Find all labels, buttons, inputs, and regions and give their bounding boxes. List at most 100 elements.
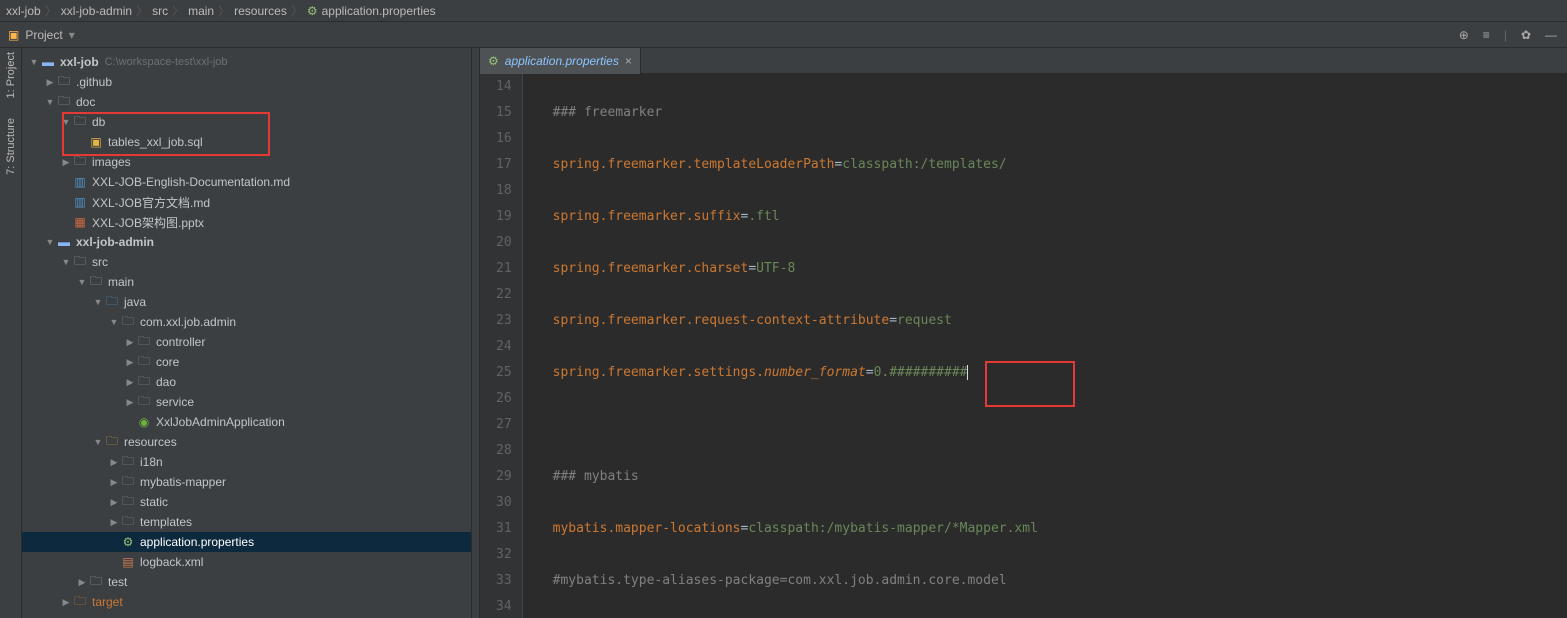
- line-number: 34: [496, 594, 512, 618]
- tree-label: XxlJobAdminApplication: [152, 415, 285, 429]
- arrow-right-icon[interactable]: ▶: [108, 457, 120, 468]
- tree-node[interactable]: ▶ 🗀 images: [22, 152, 471, 172]
- line-number: 32: [496, 542, 512, 568]
- breadcrumb-item[interactable]: xxl-job: [6, 4, 41, 18]
- tree-label: i18n: [136, 455, 163, 469]
- code-line: ### mybatis: [553, 464, 1567, 490]
- breadcrumb-item[interactable]: xxl-job-admin: [61, 4, 132, 18]
- arrow-down-icon[interactable]: ▼: [92, 437, 104, 447]
- tree-node[interactable]: ▶ 🗀 dao: [22, 372, 471, 392]
- line-number: 28: [496, 438, 512, 464]
- chevron-right-icon: 〉: [218, 2, 230, 19]
- arrow-down-icon[interactable]: ▼: [28, 57, 40, 67]
- tree-node-root[interactable]: ▼ ▬ xxl-job C:\workspace-test\xxl-job: [22, 52, 471, 72]
- tree-node[interactable]: ▶ 🗀 core: [22, 352, 471, 372]
- tree-label: core: [152, 355, 179, 369]
- project-tree[interactable]: ▼ ▬ xxl-job C:\workspace-test\xxl-job ▶ …: [22, 48, 472, 618]
- arrow-right-icon[interactable]: ▶: [44, 77, 56, 88]
- arrow-down-icon[interactable]: ▼: [44, 97, 56, 107]
- breadcrumb-item[interactable]: main: [188, 4, 214, 18]
- settings-icon[interactable]: ✿: [1521, 28, 1531, 42]
- tree-node[interactable]: ▤ logback.xml: [22, 552, 471, 572]
- line-number: 17: [496, 152, 512, 178]
- properties-file-icon: ⚙: [488, 54, 499, 68]
- tree-node[interactable]: ▼ 🗀 src: [22, 252, 471, 272]
- tree-node[interactable]: ▥ XXL-JOB-English-Documentation.md: [22, 172, 471, 192]
- line-number: 29: [496, 464, 512, 490]
- tree-node[interactable]: ▼ 🗀 db: [22, 112, 471, 132]
- folder-icon: 🗀: [88, 272, 104, 293]
- hide-icon[interactable]: —: [1545, 28, 1557, 42]
- module-icon: ▬: [56, 235, 72, 249]
- breadcrumb-item-file[interactable]: ⚙ application.properties: [307, 4, 436, 18]
- tree-node[interactable]: ◉ XxlJobAdminApplication: [22, 412, 471, 432]
- arrow-right-icon[interactable]: ▶: [60, 157, 72, 168]
- tree-node[interactable]: ▼ 🗀 com.xxl.job.admin: [22, 312, 471, 332]
- line-number: 27: [496, 412, 512, 438]
- editor[interactable]: 14 15 16 17 18 19 20 21 22 23 24 25 26 2…: [480, 74, 1567, 618]
- close-icon[interactable]: ×: [625, 54, 632, 68]
- tree-node[interactable]: ▼ 🗀 resources: [22, 432, 471, 452]
- tree-node[interactable]: ▣ tables_xxl_job.sql: [22, 132, 471, 152]
- tree-node[interactable]: ▥ XXL-JOB官方文档.md: [22, 192, 471, 212]
- tree-node[interactable]: ▼ 🗀 java: [22, 292, 471, 312]
- breadcrumb: xxl-job 〉 xxl-job-admin 〉 src 〉 main 〉 r…: [0, 0, 1567, 22]
- line-number: 23: [496, 308, 512, 334]
- arrow-down-icon[interactable]: ▼: [92, 297, 104, 307]
- arrow-down-icon[interactable]: ▼: [60, 117, 72, 127]
- tree-node[interactable]: ▶ 🗀 templates: [22, 512, 471, 532]
- breadcrumb-item[interactable]: src: [152, 4, 168, 18]
- package-icon: 🗀: [120, 312, 136, 333]
- breadcrumb-item[interactable]: resources: [234, 4, 287, 18]
- tree-node[interactable]: ▶ 🗀 controller: [22, 332, 471, 352]
- folder-icon: 🗀: [120, 472, 136, 493]
- code-line: spring.freemarker.request-context-attrib…: [553, 308, 1567, 334]
- line-number: 22: [496, 282, 512, 308]
- arrow-right-icon[interactable]: ▶: [60, 597, 72, 608]
- tree-node[interactable]: ▶ 🗀 test: [22, 572, 471, 592]
- tree-node-module[interactable]: ▼ ▬ xxl-job-admin: [22, 232, 471, 252]
- line-number: 30: [496, 490, 512, 516]
- tree-node[interactable]: ▶ 🗀 target: [22, 592, 471, 612]
- project-view-selector[interactable]: ▣ Project ▾: [0, 28, 350, 42]
- arrow-right-icon[interactable]: ▶: [124, 357, 136, 368]
- tree-label: XXL-JOB官方文档.md: [88, 194, 210, 211]
- line-number: 20: [496, 230, 512, 256]
- sidetab-project[interactable]: 1: Project: [5, 52, 17, 98]
- code-area[interactable]: ### freemarker spring.freemarker.templat…: [523, 74, 1567, 618]
- tree-label: XXL-JOB-English-Documentation.md: [88, 175, 290, 189]
- code-line: spring.freemarker.settings.number_format…: [553, 360, 1567, 386]
- arrow-down-icon[interactable]: ▼: [44, 237, 56, 247]
- tree-node[interactable]: ▶ 🗀 service: [22, 392, 471, 412]
- tree-node[interactable]: ▼ 🗀 main: [22, 272, 471, 292]
- editor-tab[interactable]: ⚙ application.properties ×: [480, 48, 641, 74]
- tree-node[interactable]: ▶ 🗀 mybatis-mapper: [22, 472, 471, 492]
- tree-node[interactable]: ▶ 🗀 i18n: [22, 452, 471, 472]
- tree-node[interactable]: ▶ 🗀 static: [22, 492, 471, 512]
- tree-node-selected[interactable]: ⚙ application.properties: [22, 532, 471, 552]
- spring-class-icon: ◉: [136, 415, 152, 429]
- arrow-down-icon[interactable]: ▼: [60, 257, 72, 267]
- arrow-right-icon[interactable]: ▶: [124, 377, 136, 388]
- arrow-right-icon[interactable]: ▶: [108, 497, 120, 508]
- arrow-right-icon[interactable]: ▶: [76, 577, 88, 588]
- expand-all-icon[interactable]: ≡: [1483, 28, 1490, 42]
- xml-file-icon: ▤: [120, 555, 136, 569]
- tree-node[interactable]: ▶ 🗀 .github: [22, 72, 471, 92]
- code-line: spring.freemarker.suffix=.ftl: [553, 204, 1567, 230]
- line-number: 24: [496, 334, 512, 360]
- splitter[interactable]: [472, 48, 480, 618]
- tree-node[interactable]: ▼ 🗀 doc: [22, 92, 471, 112]
- sidetab-structure[interactable]: 7: Structure: [5, 118, 17, 175]
- tree-label: XXL-JOB架构图.pptx: [88, 214, 204, 231]
- arrow-right-icon[interactable]: ▶: [124, 397, 136, 408]
- tree-node[interactable]: ▦ XXL-JOB架构图.pptx: [22, 212, 471, 232]
- arrow-right-icon[interactable]: ▶: [108, 517, 120, 528]
- caret: [967, 365, 968, 380]
- line-number: 14: [496, 74, 512, 100]
- arrow-down-icon[interactable]: ▼: [76, 277, 88, 287]
- arrow-right-icon[interactable]: ▶: [108, 477, 120, 488]
- select-opened-file-icon[interactable]: ⊕: [1459, 28, 1469, 42]
- arrow-down-icon[interactable]: ▼: [108, 317, 120, 327]
- arrow-right-icon[interactable]: ▶: [124, 337, 136, 348]
